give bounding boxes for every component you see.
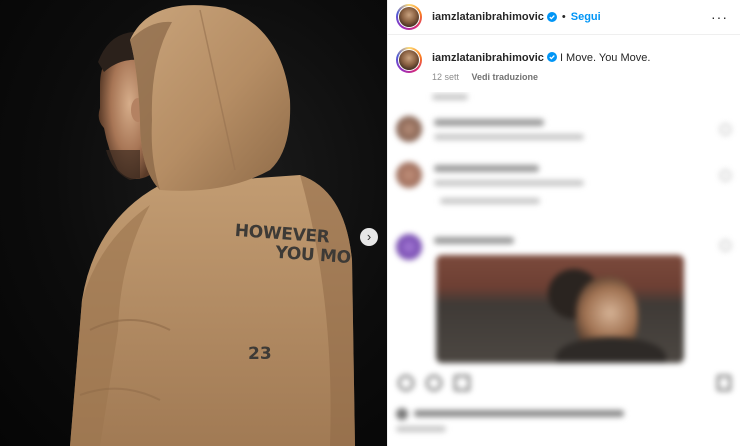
blurred-comment-image xyxy=(436,255,684,363)
hoodie-print-text: HOWEVER YOU MO xyxy=(233,221,353,268)
instagram-post: HOWEVER YOU MO 23 › iamzlatanibrahimovic… xyxy=(0,0,740,446)
next-photo-button[interactable]: › xyxy=(360,228,378,246)
chevron-right-icon: › xyxy=(366,229,372,244)
post-side-panel: iamzlatanibrahimovic • Segui ··· iamzlat… xyxy=(387,0,740,446)
blurred-date-line xyxy=(396,426,446,432)
verified-badge-icon xyxy=(546,12,557,22)
author-avatar[interactable] xyxy=(396,4,422,30)
caption-text: I Move. You Move. xyxy=(559,52,651,64)
see-translation-link[interactable]: Vedi traduzione xyxy=(472,72,539,82)
more-options-icon[interactable]: ··· xyxy=(711,9,728,25)
blurred-comments-area xyxy=(388,92,740,446)
blurred-comment xyxy=(396,162,584,204)
blurred-comment-header xyxy=(396,94,468,100)
blurred-likes-line xyxy=(396,408,624,420)
header-separator: • xyxy=(561,11,566,23)
post-caption: iamzlatanibrahimovic I Move. You Move. 1… xyxy=(388,35,740,84)
caption-author-avatar[interactable] xyxy=(396,47,422,73)
caption-date[interactable]: 12 sett xyxy=(432,72,459,82)
caption-author-username[interactable]: iamzlatanibrahimovic xyxy=(432,52,544,64)
author-username[interactable]: iamzlatanibrahimovic xyxy=(432,11,544,23)
caption-meta: 12 sett Vedi traduzione xyxy=(432,70,650,84)
post-photo[interactable]: HOWEVER YOU MO 23 › xyxy=(0,0,387,446)
hoodie-photo-illustration xyxy=(70,5,355,446)
blurred-action-bar xyxy=(398,375,470,391)
caption-verified-badge-icon xyxy=(546,52,557,62)
post-header: iamzlatanibrahimovic • Segui ··· xyxy=(388,0,740,35)
hoodie-print-number: 23 xyxy=(248,344,272,364)
follow-button[interactable]: Segui xyxy=(571,11,601,23)
blurred-comment xyxy=(396,116,584,142)
